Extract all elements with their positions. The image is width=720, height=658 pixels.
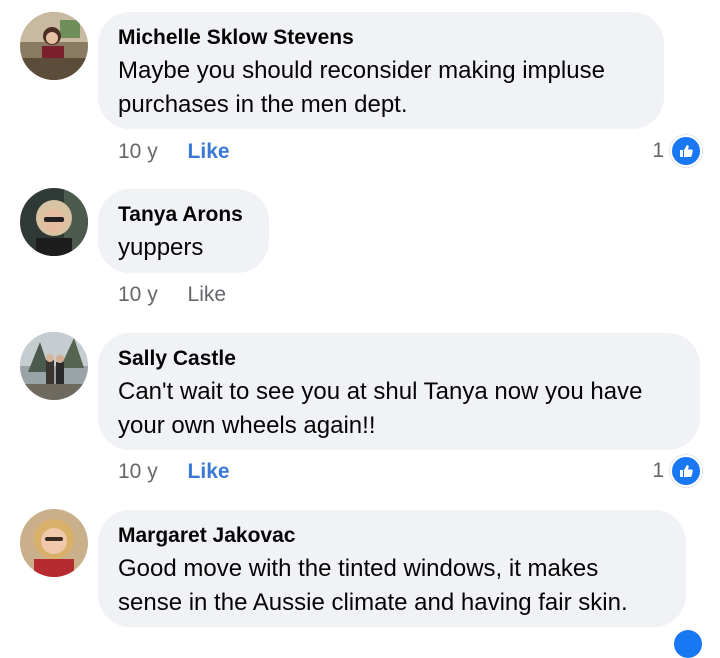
comment-timestamp[interactable]: 10 y (118, 140, 158, 163)
like-button[interactable]: Like (188, 140, 230, 163)
like-button[interactable]: Like (188, 460, 230, 483)
thumbs-up-icon (674, 630, 702, 658)
thumbs-up-icon (670, 455, 702, 487)
comment-text: yuppers (118, 234, 204, 261)
comment-bubble: Margaret Jakovac Good move with the tint… (98, 510, 686, 627)
comment-timestamp[interactable]: 10 y (118, 283, 158, 306)
comment-actions: 10 y Like (118, 458, 230, 486)
reaction-count: 1 (652, 459, 664, 482)
comment-bubble: Tanya Arons yuppers (98, 189, 269, 273)
comment-author[interactable]: Sally Castle (118, 346, 680, 372)
reaction-count: 1 (652, 139, 664, 162)
avatar[interactable] (20, 12, 88, 80)
comment-author[interactable]: Margaret Jakovac (118, 523, 666, 549)
thumbs-up-icon (670, 135, 702, 167)
avatar[interactable] (20, 509, 88, 577)
comment-timestamp[interactable]: 10 y (118, 460, 158, 483)
comment-author[interactable]: Tanya Arons (118, 202, 249, 228)
comment-text: Maybe you should reconsider making implu… (118, 57, 605, 118)
comment-text: Good move with the tinted windows, it ma… (118, 555, 628, 616)
like-button[interactable]: Like (188, 283, 227, 306)
comment-actions: 10 y Like (118, 281, 226, 309)
comment-actions: 10 y Like (118, 138, 230, 166)
comment-bubble: Michelle Sklow Stevens Maybe you should … (98, 12, 664, 129)
comment-text: Can't wait to see you at shul Tanya now … (118, 378, 643, 439)
avatar[interactable] (20, 188, 88, 256)
reaction-summary[interactable]: 1 (652, 455, 702, 487)
comment-bubble: Sally Castle Can't wait to see you at sh… (98, 333, 700, 450)
avatar[interactable] (20, 332, 88, 400)
comment-author[interactable]: Michelle Sklow Stevens (118, 25, 644, 51)
reaction-summary[interactable]: 1 (652, 135, 702, 167)
